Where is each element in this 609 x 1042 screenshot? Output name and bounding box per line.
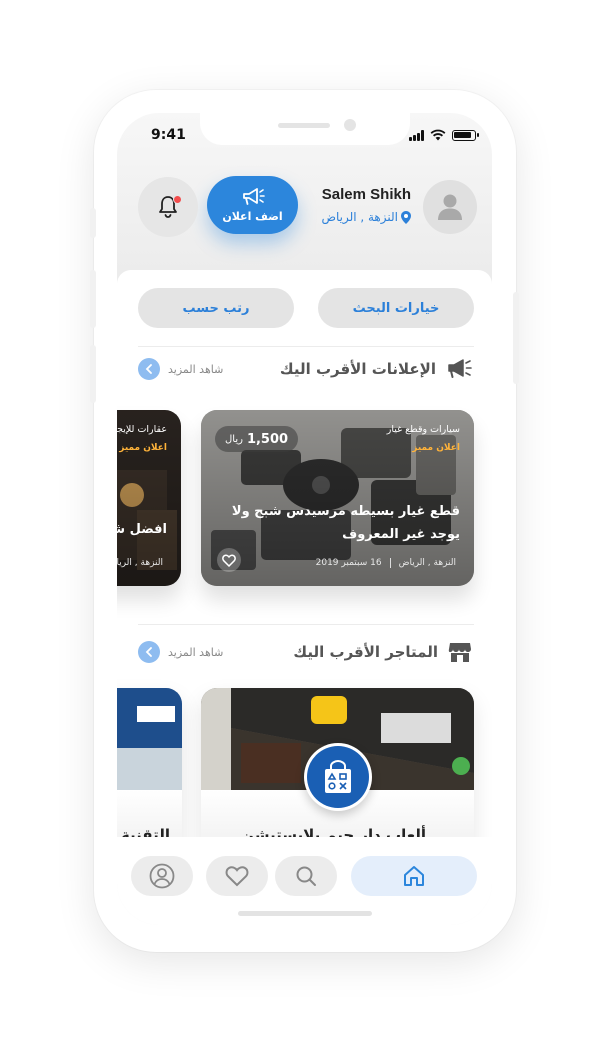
phone-power-button (513, 292, 519, 384)
profile-icon (149, 863, 175, 889)
divider (138, 346, 474, 347)
ads-see-more[interactable]: شاهد المزيد (138, 358, 223, 380)
ad-featured-label: اعلان مميز (119, 443, 167, 453)
ad-category: سيارات وقطع غيار (386, 424, 460, 435)
heart-icon (222, 554, 236, 567)
nearby-stores-header: شاهد المزيد المتاجر الأقرب اليك (138, 640, 472, 664)
location-pin-icon (401, 210, 411, 224)
home-indicator (238, 911, 372, 916)
store-card[interactable]: ألعاب دار جيم بلايستيشن (201, 688, 474, 850)
sort-by-button[interactable]: رتب حسب (138, 288, 294, 328)
ads-section-title-text: الإعلانات الأقرب اليك (279, 360, 436, 378)
stores-section-title: المتاجر الأقرب اليك (293, 641, 472, 663)
speaker (278, 123, 330, 128)
store-logo (304, 743, 372, 811)
ads-section-title: الإعلانات الأقرب اليك (280, 359, 472, 379)
chevron-left-icon (145, 647, 152, 657)
wifi-icon (430, 129, 446, 141)
battery-icon (452, 129, 479, 141)
ads-see-more-label: شاهد المزيد (168, 362, 224, 376)
ad-title: افضل شقة (117, 522, 167, 537)
stores-section-title-text: المتاجر الأقرب اليك (293, 643, 438, 661)
ad-currency: ريال (225, 433, 243, 445)
status-time: 9:41 (151, 127, 186, 143)
add-ad-button[interactable]: اضف اعلان (207, 176, 298, 234)
add-ad-label: اضف اعلان (222, 209, 283, 223)
heart-icon (225, 866, 249, 887)
phone-volume-down (90, 345, 96, 403)
ads-see-more-button[interactable] (138, 358, 160, 380)
ad-meta: النزهة , الرياض (117, 558, 163, 568)
search-options-button[interactable]: خيارات البحث (318, 288, 474, 328)
signal-icon (409, 129, 424, 141)
phone-volume-up (90, 270, 96, 328)
status-icons (409, 129, 479, 141)
user-avatar[interactable] (423, 180, 477, 234)
stores-see-more-label: شاهد المزيد (168, 645, 224, 659)
divider (138, 624, 474, 625)
ad-title: قطع غيار بسيطه مرسيدس شبح ولا يوجد غير ا… (231, 504, 460, 542)
meta-divider (389, 558, 391, 568)
store-card[interactable]: التقنية (117, 688, 182, 850)
home-icon (404, 866, 424, 886)
user-name: Salem Shikh (321, 186, 411, 203)
megaphone-icon (448, 359, 472, 378)
notification-dot (173, 195, 182, 204)
tab-favorites[interactable] (206, 856, 268, 896)
megaphone-icon (242, 187, 265, 205)
nearby-ads-header: شاهد المزيد الإعلانات الأقرب اليك (138, 357, 472, 381)
search-icon (296, 866, 316, 886)
user-location-text: النزهة , الرياض (321, 210, 398, 224)
playstation-store-icon (325, 760, 351, 793)
ad-location: النزهة , الرياض (117, 558, 163, 568)
notch (200, 113, 410, 145)
ad-card[interactable]: عقارات للإيجار اعلان مميز افضل شقة النزه… (117, 410, 181, 586)
stores-see-more-button[interactable] (138, 641, 160, 663)
price-badge: 1,500 ريال (215, 426, 299, 452)
main-content: خيارات البحث رتب حسب شاهد المزيد الإعلان… (117, 270, 492, 850)
ad-category: عقارات للإيجار (117, 424, 167, 435)
tab-profile[interactable] (131, 856, 193, 896)
stores-see-more[interactable]: شاهد المزيد (138, 641, 223, 663)
chevron-left-icon (145, 364, 152, 374)
ad-card[interactable]: 1,500 ريال سيارات وقطع غيار اعلان مميز ق… (201, 410, 474, 586)
tab-home[interactable] (351, 856, 477, 896)
favorite-button[interactable] (217, 548, 241, 572)
store-logo-inner (307, 746, 369, 808)
camera (344, 119, 356, 131)
store-banner-image (117, 688, 182, 790)
user-location: النزهة , الرياض (321, 210, 411, 224)
store-icon (448, 643, 471, 662)
notifications-button[interactable] (138, 177, 198, 237)
tab-bar (117, 837, 492, 925)
ad-featured-label: اعلان مميز (412, 443, 460, 453)
ad-location: النزهة , الرياض (398, 558, 456, 568)
phone-side-button (90, 208, 96, 238)
user-placeholder-icon (438, 194, 462, 220)
ad-meta: النزهة , الرياض 16 سبتمبر 2019 (316, 558, 456, 568)
tab-search[interactable] (275, 856, 337, 896)
ad-price: 1,500 (246, 431, 289, 447)
ad-date: 16 سبتمبر 2019 (315, 558, 382, 568)
app-screen: 9:41 Salem Shikh النزهة , الرياض اضف اعل… (117, 113, 492, 925)
